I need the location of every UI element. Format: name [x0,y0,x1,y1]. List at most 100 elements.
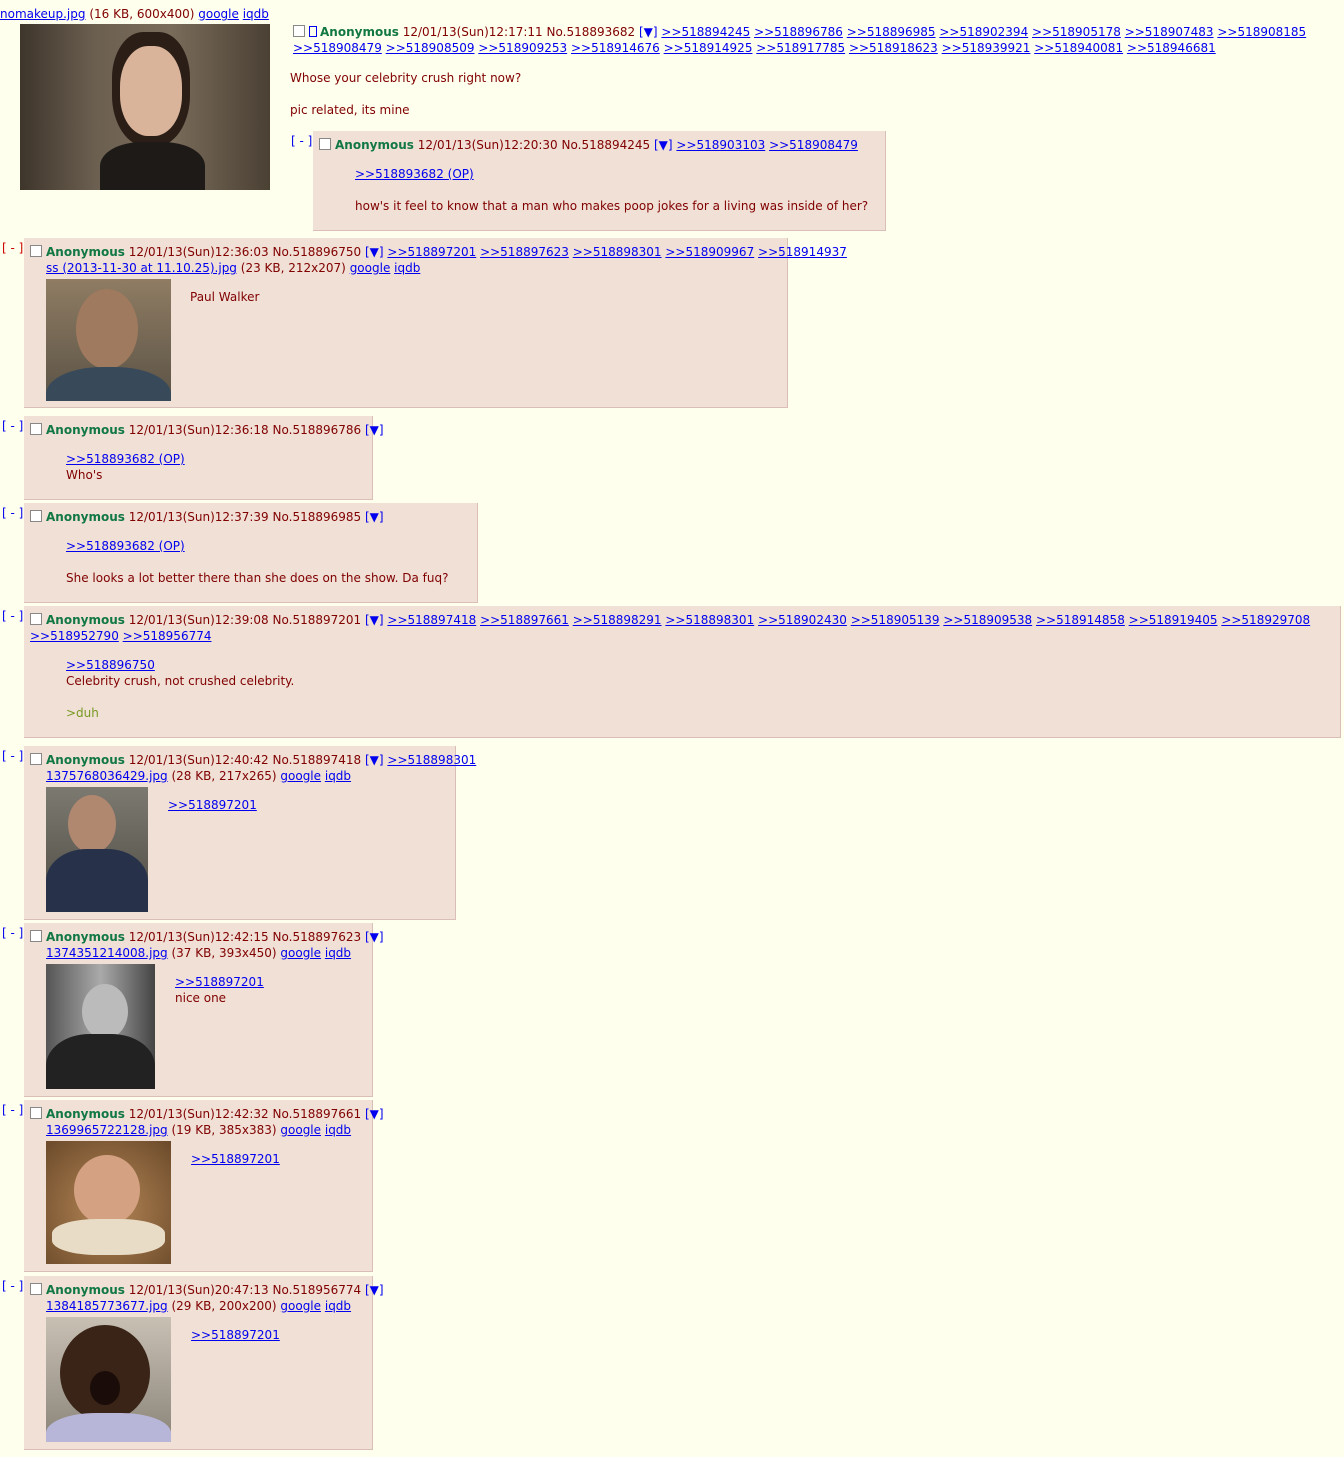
backlink[interactable]: >>518902430 [758,613,847,627]
backlink[interactable]: >>518898291 [573,613,662,627]
backlink[interactable]: >>518908479 [769,138,858,152]
hide-reply-toggle[interactable]: [ - ] [2,241,23,255]
reply-checkbox[interactable] [319,138,331,150]
backlink[interactable]: >>518898301 [573,245,662,259]
backlink[interactable]: >>518939921 [942,41,1031,55]
reply-number[interactable]: No.518956774 [273,1283,362,1297]
quote-link[interactable]: >>518897201 [191,1328,280,1342]
reply-number[interactable]: No.518897201 [273,613,362,627]
op-file-link[interactable]: nomakeup.jpg [0,7,86,21]
backlink[interactable]: >>518896985 [847,25,936,39]
reply-thumbnail[interactable] [46,964,155,1089]
backlink[interactable]: >>518909967 [665,245,754,259]
google-link[interactable]: google [350,261,391,275]
google-link[interactable]: google [280,1299,321,1313]
google-link[interactable]: google [280,1123,321,1137]
backlink[interactable]: >>518946681 [1127,41,1216,55]
google-link[interactable]: google [280,946,321,960]
reply-number[interactable]: No.518896750 [273,245,362,259]
hide-reply-toggle[interactable]: [ - ] [2,419,23,433]
iqdb-link[interactable]: iqdb [325,769,351,783]
reply-thumbnail[interactable] [46,279,171,401]
backlink[interactable]: >>518940081 [1034,41,1123,55]
reply-menu-arrow[interactable]: [▼] [365,930,384,944]
quote-link[interactable]: >>518893682 (OP) [355,167,474,181]
hide-reply-toggle[interactable]: [ - ] [2,926,23,940]
op-checkbox[interactable] [293,25,305,37]
reply-menu-arrow[interactable]: [▼] [365,510,384,524]
hide-reply-toggle[interactable]: [ - ] [2,1279,23,1293]
backlink[interactable]: >>518905139 [851,613,940,627]
bookmark-icon[interactable] [309,26,317,37]
backlink[interactable]: >>518909538 [943,613,1032,627]
backlink[interactable]: >>518898301 [665,613,754,627]
backlink[interactable]: >>518903103 [676,138,765,152]
quote-link[interactable]: >>518893682 (OP) [66,539,185,553]
reply-number[interactable]: No.518897623 [273,930,362,944]
hide-reply-toggle[interactable]: [ - ] [2,749,23,763]
backlink[interactable]: >>518907483 [1125,25,1214,39]
op-iqdb-link[interactable]: iqdb [243,7,269,21]
backlink[interactable]: >>518908479 [293,41,382,55]
quote-link[interactable]: >>518896750 [66,658,155,672]
reply-thumbnail[interactable] [46,1317,171,1442]
file-link[interactable]: 1384185773677.jpg [46,1299,168,1313]
file-link[interactable]: 1375768036429.jpg [46,769,168,783]
reply-thumbnail[interactable] [46,787,148,912]
google-link[interactable]: google [280,769,321,783]
reply-menu-arrow[interactable]: [▼] [365,1283,384,1297]
reply-checkbox[interactable] [30,1283,42,1295]
backlink[interactable]: >>518914937 [758,245,847,259]
backlink[interactable]: >>518894245 [661,25,750,39]
backlink[interactable]: >>518896786 [754,25,843,39]
reply-menu-arrow[interactable]: [▼] [365,245,384,259]
backlink[interactable]: >>518952790 [30,629,119,643]
backlink[interactable]: >>518914676 [571,41,660,55]
backlink[interactable]: >>518898301 [387,753,476,767]
reply-checkbox[interactable] [30,423,42,435]
op-google-link[interactable]: google [198,7,239,21]
backlink[interactable]: >>518897201 [387,245,476,259]
backlink[interactable]: >>518917785 [756,41,845,55]
reply-number[interactable]: No.518894245 [562,138,651,152]
reply-checkbox[interactable] [30,930,42,942]
quote-link[interactable]: >>518897201 [168,798,257,812]
reply-checkbox[interactable] [30,753,42,765]
reply-menu-arrow[interactable]: [▼] [365,613,384,627]
reply-menu-arrow[interactable]: [▼] [365,1107,384,1121]
file-link[interactable]: 1374351214008.jpg [46,946,168,960]
op-post-number[interactable]: No.518893682 [547,25,636,39]
hide-reply-toggle[interactable]: [ - ] [2,609,23,623]
hide-reply-toggle[interactable]: [ - ] [291,134,312,148]
backlink[interactable]: >>518902394 [939,25,1028,39]
quote-link[interactable]: >>518897201 [191,1152,280,1166]
reply-menu-arrow[interactable]: [▼] [654,138,673,152]
backlink[interactable]: >>518897623 [480,245,569,259]
quote-link[interactable]: >>518893682 (OP) [66,452,185,466]
reply-menu-arrow[interactable]: [▼] [365,753,384,767]
reply-number[interactable]: No.518897418 [273,753,362,767]
iqdb-link[interactable]: iqdb [325,1299,351,1313]
backlink[interactable]: >>518956774 [123,629,212,643]
backlink[interactable]: >>518897418 [387,613,476,627]
op-thumbnail[interactable] [20,24,270,190]
quote-link[interactable]: >>518897201 [175,975,264,989]
reply-thumbnail[interactable] [46,1141,171,1264]
backlink[interactable]: >>518914925 [664,41,753,55]
reply-checkbox[interactable] [30,510,42,522]
backlink[interactable]: >>518908185 [1217,25,1306,39]
iqdb-link[interactable]: iqdb [325,946,351,960]
reply-checkbox[interactable] [30,613,42,625]
backlink[interactable]: >>518897661 [480,613,569,627]
reply-menu-arrow[interactable]: [▼] [365,423,384,437]
backlink[interactable]: >>518919405 [1129,613,1218,627]
file-link[interactable]: ss (2013-11-30 at 11.10.25).jpg [46,261,237,275]
hide-reply-toggle[interactable]: [ - ] [2,506,23,520]
file-link[interactable]: 1369965722128.jpg [46,1123,168,1137]
backlink[interactable]: >>518905178 [1032,25,1121,39]
iqdb-link[interactable]: iqdb [325,1123,351,1137]
reply-number[interactable]: No.518897661 [273,1107,362,1121]
backlink[interactable]: >>518908509 [386,41,475,55]
reply-number[interactable]: No.518896985 [273,510,362,524]
iqdb-link[interactable]: iqdb [394,261,420,275]
